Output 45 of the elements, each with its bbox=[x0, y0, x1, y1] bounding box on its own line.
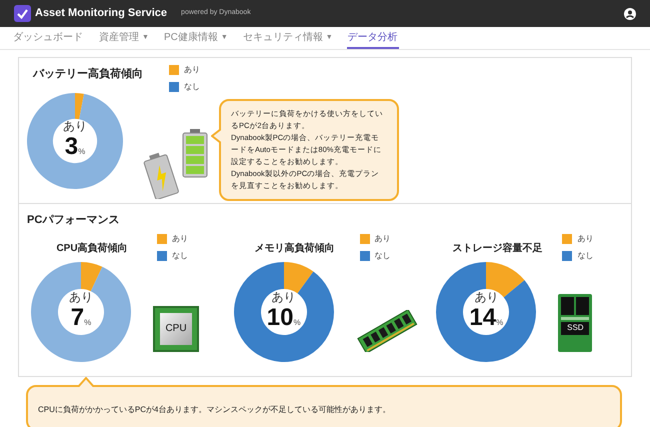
chart-title: メモリ高負荷傾向 bbox=[254, 241, 335, 256]
chart-title: ストレージ容量不足 bbox=[452, 241, 542, 256]
percent-unit: % bbox=[293, 316, 301, 328]
percent-unit: % bbox=[84, 316, 92, 328]
legend-swatch bbox=[562, 234, 572, 244]
center-label: あり bbox=[272, 290, 296, 302]
section-title: PCパフォーマンス bbox=[27, 213, 120, 228]
legend-label: あり bbox=[172, 232, 188, 244]
memory-chip-icon bbox=[561, 296, 574, 314]
ssd-label: SSD bbox=[567, 322, 584, 334]
legend-swatch bbox=[157, 234, 167, 244]
chart-title: CPU高負荷傾向 bbox=[56, 241, 128, 256]
legend-swatch bbox=[169, 82, 179, 92]
nav-tab[interactable]: 資産管理 bbox=[98, 27, 140, 49]
nav-tab[interactable]: セキュリティ情報 bbox=[242, 27, 324, 49]
percent-unit: % bbox=[496, 316, 504, 328]
legend-swatch bbox=[169, 65, 179, 75]
legend-swatch bbox=[360, 250, 370, 260]
center-value: 3 bbox=[64, 132, 78, 162]
callout-text: CPUに負荷がかかっているPCが4台あります。マシンスペックが不足している可能性があります。 bbox=[38, 405, 390, 414]
chip-label: CPU bbox=[165, 322, 187, 336]
legend-label: なし bbox=[577, 250, 594, 262]
legend-swatch bbox=[157, 250, 167, 260]
memory-chip-icon bbox=[576, 296, 590, 314]
section-title: バッテリー高負荷傾向 bbox=[33, 66, 143, 82]
legend-swatch bbox=[562, 250, 572, 260]
legend-label: なし bbox=[184, 81, 200, 93]
legend-label: あり bbox=[577, 232, 594, 244]
nav-tab[interactable]: ダッシュボード bbox=[12, 27, 84, 49]
center-value: 14 bbox=[469, 304, 496, 332]
nav-tab[interactable]: PC健康情報 bbox=[162, 27, 219, 49]
app-title: Asset Monitoring Service bbox=[35, 6, 168, 22]
center-value: 7 bbox=[70, 304, 84, 332]
legend-label: あり bbox=[374, 232, 391, 244]
center-label: あり bbox=[69, 290, 93, 302]
center-label: あり bbox=[474, 290, 498, 302]
user-account-icon[interactable] bbox=[624, 8, 636, 20]
legend-label: なし bbox=[172, 250, 188, 262]
legend-label: あり bbox=[184, 64, 200, 76]
center-label: あり bbox=[63, 120, 87, 132]
legend-label: なし bbox=[374, 250, 391, 262]
check-logo-icon bbox=[14, 5, 31, 22]
percent-unit: % bbox=[78, 146, 86, 158]
legend-swatch bbox=[360, 234, 370, 244]
center-value: 10 bbox=[266, 304, 294, 332]
